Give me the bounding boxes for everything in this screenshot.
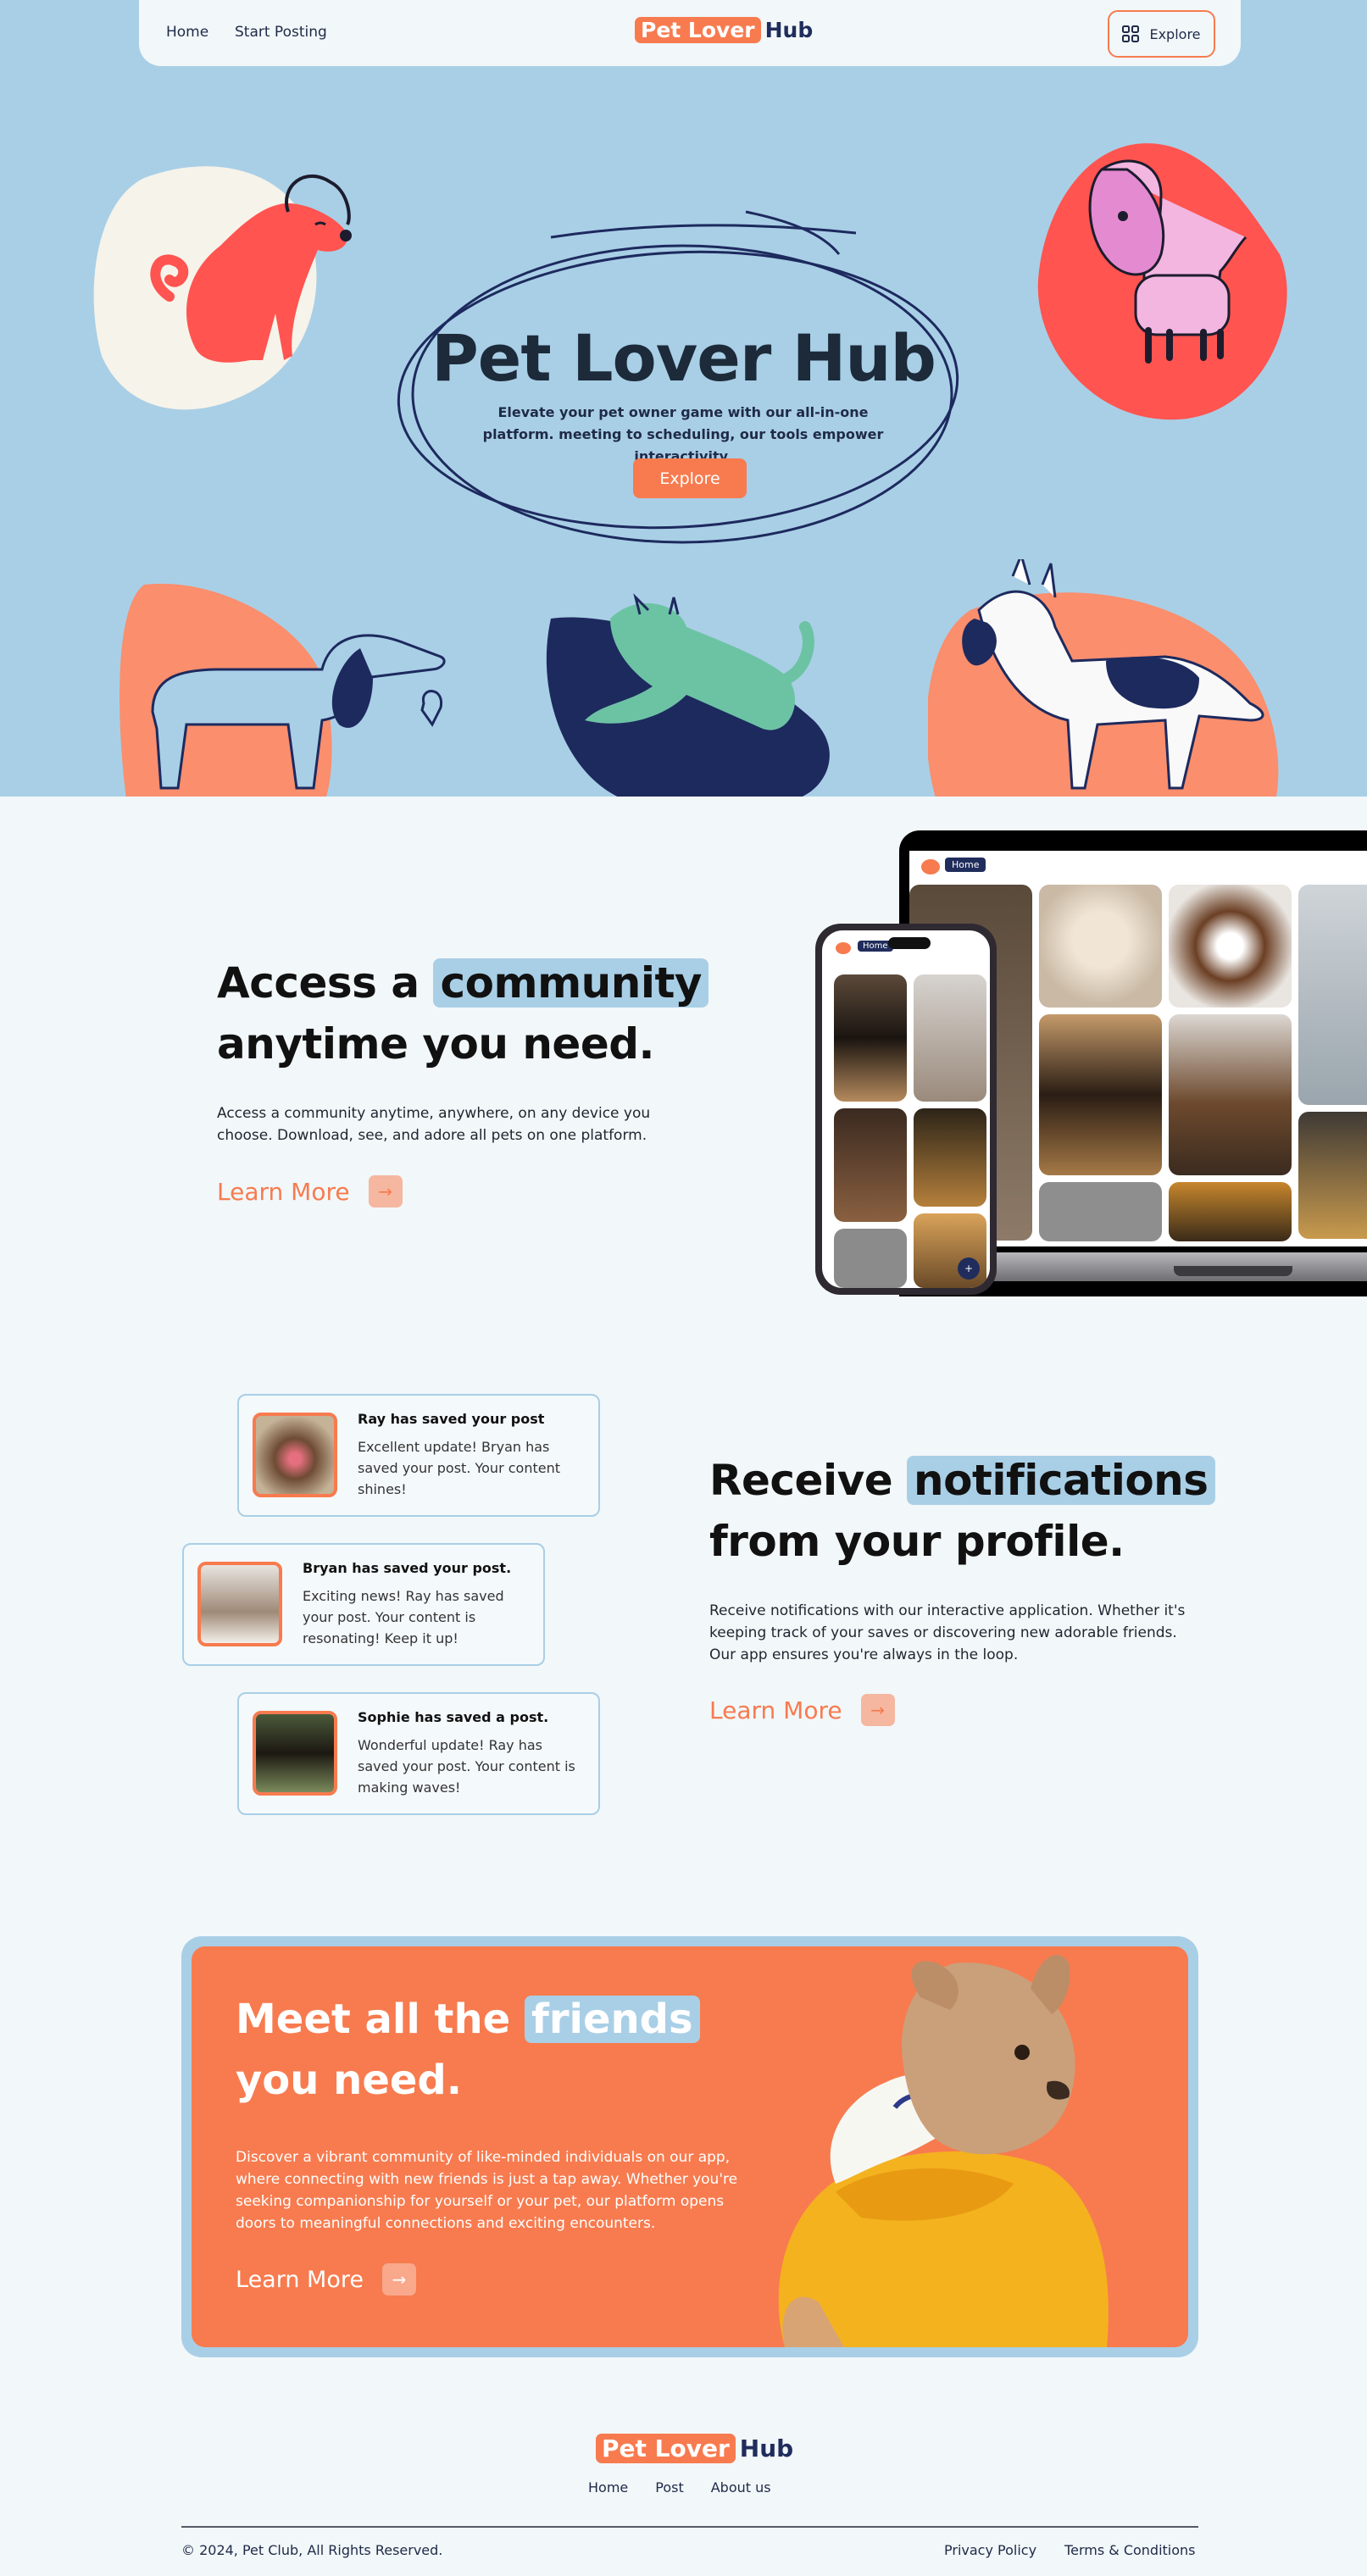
pet-photo — [834, 1108, 907, 1222]
pet-photo — [914, 1108, 986, 1207]
notifications-heading: Receive notifications from your profile. — [709, 1450, 1235, 1572]
laptop-notch — [1174, 1266, 1292, 1276]
footer-brand-part1: Pet Lover — [596, 2434, 736, 2463]
community-heading: Access a community anytime you need. — [217, 952, 742, 1074]
pet-photo — [914, 974, 986, 1102]
notifications-learn-more-label: Learn More — [709, 1696, 842, 1724]
footer-link-about[interactable]: About us — [711, 2479, 771, 2496]
notification-avatar — [197, 1562, 282, 1646]
dachshund-illustration — [119, 583, 446, 797]
notification-desc: Excellent update! Bryan has saved your p… — [358, 1439, 560, 1497]
notification-card[interactable]: Sophie has saved a post. Wonderful updat… — [237, 1692, 600, 1815]
notifications-learn-more[interactable]: Learn More → — [709, 1694, 895, 1726]
explore-button[interactable]: Explore — [1108, 10, 1215, 58]
white-dog-illustration — [928, 559, 1279, 797]
notification-avatar — [253, 1413, 337, 1497]
terms-link[interactable]: Terms & Conditions — [1064, 2542, 1195, 2558]
pet-photo — [1169, 1182, 1292, 1241]
notification-avatar — [253, 1711, 337, 1796]
footer-link-post[interactable]: Post — [655, 2479, 683, 2496]
friends-heading-post: you need. — [236, 2057, 463, 2104]
pet-photo — [834, 1229, 907, 1288]
notifications-heading-highlight: notifications — [907, 1456, 1215, 1505]
friends-cta: Meet all the friends you need. Discover … — [181, 1936, 1198, 2357]
hero-title: Pet Lover Hub — [431, 320, 936, 396]
app-logo-icon — [921, 859, 940, 874]
arrow-right-icon: → — [860, 1694, 895, 1726]
friends-heading-highlight: friends — [524, 1996, 700, 2043]
hero-explore-button[interactable]: Explore — [633, 458, 747, 498]
notification-card[interactable]: Bryan has saved your post. Exciting news… — [182, 1543, 545, 1666]
friends-heading-pre: Meet all the — [236, 1996, 511, 2043]
brand-logo-part2: Hub — [764, 18, 814, 42]
notification-desc: Wonderful update! Ray has saved your pos… — [358, 1737, 575, 1796]
friends-cta-panel: Meet all the friends you need. Discover … — [192, 1946, 1188, 2347]
footer-divider — [181, 2526, 1198, 2528]
notifications-heading-post: from your profile. — [709, 1517, 1125, 1566]
explore-button-label: Explore — [1149, 25, 1201, 42]
pet-photo — [834, 974, 907, 1102]
community-body: Access a community anytime, anywhere, on… — [217, 1105, 651, 1144]
pet-photo — [1039, 885, 1162, 1008]
add-post-button[interactable]: + — [958, 1257, 980, 1280]
pet-photo — [1298, 885, 1367, 1105]
phone-notch — [888, 937, 931, 949]
grid-icon — [1122, 25, 1140, 42]
footer-brand-logo[interactable]: Pet Lover Hub — [596, 2434, 793, 2463]
footer-brand-part2: Hub — [739, 2434, 794, 2462]
arrow-right-icon: → — [381, 2263, 416, 2296]
friends-learn-more-label: Learn More — [236, 2266, 364, 2293]
french-bulldog-photo — [778, 1955, 1109, 2347]
notification-desc: Exciting news! Ray has saved your post. … — [303, 1588, 504, 1646]
arrow-right-icon: → — [368, 1175, 403, 1208]
pet-photo — [1169, 885, 1292, 1008]
pet-photo — [1169, 1014, 1292, 1175]
nav-home-link[interactable]: Home — [166, 24, 208, 41]
footer-copyright: © 2024, Pet Club, All Rights Reserved. — [181, 2542, 443, 2558]
pet-photo — [1039, 1182, 1162, 1241]
pet-photo — [1298, 1112, 1367, 1239]
notification-title: Ray has saved your post — [358, 1411, 545, 1427]
top-nav: Home Start Posting Pet Lover Hub Explore — [139, 0, 1241, 66]
notifications-heading-pre: Receive — [709, 1456, 893, 1505]
community-learn-more-label: Learn More — [217, 1177, 350, 1206]
brand-logo[interactable]: Pet Lover Hub — [635, 17, 813, 43]
green-dog-illustration — [546, 593, 830, 797]
friends-learn-more[interactable]: Learn More → — [236, 2263, 416, 2296]
community-heading-pre: Access a — [217, 958, 420, 1008]
phone-mockup: Home + — [815, 924, 997, 1295]
notification-title: Sophie has saved a post. — [358, 1709, 549, 1725]
pet-photo — [1039, 1014, 1162, 1175]
community-heading-post: anytime you need. — [217, 1019, 655, 1069]
phone-screen: Home + — [822, 930, 990, 1288]
footer-legal: Privacy Policy Terms & Conditions — [944, 2542, 1196, 2558]
footer-link-home[interactable]: Home — [588, 2479, 628, 2496]
notifications-body: Receive notifications with our interacti… — [709, 1602, 1186, 1663]
privacy-policy-link[interactable]: Privacy Policy — [944, 2542, 1036, 2558]
laptop-home-tab: Home — [945, 858, 986, 872]
notification-card[interactable]: Ray has saved your post Excellent update… — [237, 1394, 600, 1517]
hero-section: Pet Lover Hub Elevate your pet owner gam… — [0, 0, 1367, 797]
brand-logo-part1: Pet Lover — [635, 17, 761, 43]
community-heading-highlight: community — [433, 958, 709, 1008]
footer-nav: Home Post About us — [588, 2479, 771, 2496]
notification-title: Bryan has saved your post. — [303, 1560, 512, 1576]
nav-start-posting-link[interactable]: Start Posting — [235, 24, 327, 41]
community-learn-more[interactable]: Learn More → — [217, 1175, 403, 1208]
friends-heading: Meet all the friends you need. — [236, 1989, 778, 2111]
friends-body: Discover a vibrant community of like-min… — [236, 2149, 738, 2232]
app-logo-icon — [836, 942, 851, 954]
